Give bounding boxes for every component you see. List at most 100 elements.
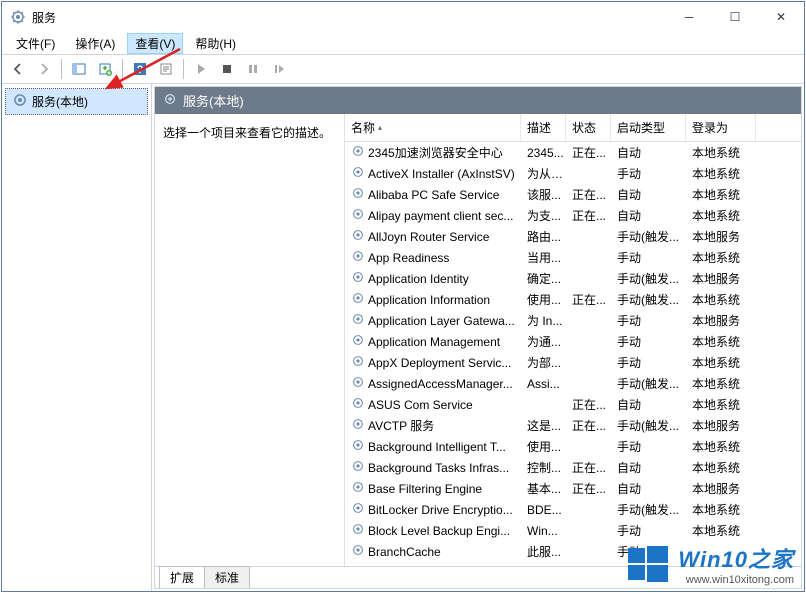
service-row[interactable]: ASUS Com Service正在...自动本地系统 [345, 394, 801, 415]
services-list[interactable]: 名称▴ 描述 状态 启动类型 登录为 2345加速浏览器安全中心2345...正… [345, 114, 801, 566]
service-status: 正在... [568, 186, 613, 203]
service-desc: Win... [523, 524, 568, 538]
start-service-button[interactable] [189, 57, 213, 81]
service-name: AssignedAccessManager... [368, 377, 513, 391]
tab-standard[interactable]: 标准 [204, 566, 250, 588]
minimize-button[interactable]: ─ [666, 2, 712, 32]
gear-icon [351, 459, 365, 476]
service-name: Application Layer Gatewa... [368, 314, 515, 328]
service-name: Alipay payment client sec... [368, 209, 513, 223]
service-status: 正在... [568, 459, 613, 476]
service-row[interactable]: ActiveX Installer (AxInstSV)为从 ...手动本地系统 [345, 163, 801, 184]
service-name: AllJoyn Router Service [368, 230, 489, 244]
service-row[interactable]: Alibaba PC Safe Service该服...正在...自动本地系统 [345, 184, 801, 205]
gear-icon [351, 396, 365, 413]
service-row[interactable]: 2345加速浏览器安全中心2345...正在...自动本地系统 [345, 142, 801, 163]
service-logon: 本地系统 [688, 459, 758, 476]
service-row[interactable]: Block Level Backup Engi...Win...手动本地系统 [345, 520, 801, 541]
service-startup: 手动(触发... [613, 375, 688, 392]
gear-icon [351, 165, 365, 182]
details-pane: 服务(本地) 选择一个项目来查看它的描述。 名称▴ 描述 状态 启动类型 登录为… [154, 86, 802, 589]
gear-icon [351, 249, 365, 266]
service-name: App Readiness [368, 251, 449, 265]
service-logon: 本地系统 [688, 354, 758, 371]
service-row[interactable]: Application Management为通...手动本地系统 [345, 331, 801, 352]
menu-action[interactable]: 操作(A) [67, 33, 123, 54]
service-row[interactable]: AllJoyn Router Service路由...手动(触发...本地服务 [345, 226, 801, 247]
service-desc: 为通... [523, 333, 568, 350]
service-row[interactable]: Application Layer Gatewa... 为 In... 手动本地服务 [345, 310, 801, 331]
export-list-button[interactable] [93, 57, 117, 81]
stop-service-button[interactable] [215, 57, 239, 81]
service-logon: 本地系统 [688, 396, 758, 413]
service-name: Base Filtering Engine [368, 482, 482, 496]
service-row[interactable]: Background Tasks Infras...控制...正在...自动本地… [345, 457, 801, 478]
service-row[interactable]: App Readiness当用...手动本地系统 [345, 247, 801, 268]
service-startup: 自动 [613, 207, 688, 224]
gear-icon [351, 417, 365, 434]
close-button[interactable]: ✕ [758, 2, 804, 32]
service-row[interactable]: BitLocker Drive Encryptio... BDE... 手动(触发.… [345, 499, 801, 520]
properties-button[interactable] [154, 57, 178, 81]
tree-services-local[interactable]: 服务(本地) [5, 88, 148, 115]
gear-icon [351, 438, 365, 455]
service-logon: 本地系统 [688, 249, 758, 266]
service-logon: 本地服务 [688, 228, 758, 245]
service-startup: 手动 [613, 438, 688, 455]
tab-extended[interactable]: 扩展 [159, 566, 205, 588]
back-button[interactable] [6, 57, 30, 81]
service-logon: 本地系统 [688, 144, 758, 161]
pane-header: 服务(本地) [155, 87, 801, 114]
service-status: 正在... [568, 291, 613, 308]
service-row[interactable]: Background Intelligent T...使用...手动本地系统 [345, 436, 801, 457]
service-status: 正在... [568, 144, 613, 161]
service-startup: 自动 [613, 396, 688, 413]
service-name: BitLocker Drive Encryptio... [368, 503, 513, 517]
service-startup: 手动 [613, 165, 688, 182]
toolbar-separator [183, 59, 184, 79]
service-status: 正在... [568, 207, 613, 224]
pause-service-button[interactable] [241, 57, 265, 81]
menu-view[interactable]: 查看(V) [127, 33, 183, 54]
column-logon[interactable]: 登录为 [686, 114, 756, 141]
restart-service-button[interactable] [267, 57, 291, 81]
service-row[interactable]: AssignedAccessManager...Assi...手动(触发...本… [345, 373, 801, 394]
service-desc: 该服... [523, 186, 568, 203]
column-startup[interactable]: 启动类型 [611, 114, 686, 141]
watermark-url: www.win10xitong.com [678, 574, 794, 586]
description-prompt: 选择一个项目来查看它的描述。 [163, 126, 331, 140]
service-name: ASUS Com Service [368, 398, 473, 412]
help-button[interactable]: ? [128, 57, 152, 81]
service-desc: 确定... [523, 270, 568, 287]
service-logon: 本地系统 [688, 522, 758, 539]
service-row[interactable]: Base Filtering Engine基本...正在...自动本地服务 [345, 478, 801, 499]
service-startup: 手动 [613, 312, 688, 329]
service-desc: 路由... [523, 228, 568, 245]
menu-file[interactable]: 文件(F) [8, 33, 63, 54]
column-description[interactable]: 描述 [521, 114, 566, 141]
forward-button[interactable] [32, 57, 56, 81]
column-name[interactable]: 名称▴ [345, 114, 521, 141]
service-row[interactable]: AVCTP 服务这是...正在...手动(触发...本地服务 [345, 415, 801, 436]
service-logon: 本地服务 [688, 312, 758, 329]
service-name: Application Identity [368, 272, 469, 286]
gear-icon [351, 354, 365, 371]
service-desc: 此服... [523, 543, 568, 560]
service-row[interactable]: AppX Deployment Servic...为部...手动本地系统 [345, 352, 801, 373]
service-logon: 本地系统 [688, 291, 758, 308]
service-row[interactable]: Application Identity确定...手动(触发...本地服务 [345, 268, 801, 289]
service-desc: BDE... [523, 503, 568, 517]
service-desc: 使用... [523, 291, 568, 308]
service-startup: 手动(触发... [613, 501, 688, 518]
maximize-button[interactable]: ☐ [712, 2, 758, 32]
service-row[interactable]: Application Information使用...正在...手动(触发..… [345, 289, 801, 310]
gear-icon [351, 333, 365, 350]
service-desc: 为 In... [523, 312, 568, 329]
menu-help[interactable]: 帮助(H) [187, 33, 244, 54]
service-desc: 为支... [523, 207, 568, 224]
service-row[interactable]: Alipay payment client sec... 为支...正在...自动… [345, 205, 801, 226]
service-logon: 本地系统 [688, 438, 758, 455]
show-hide-tree-button[interactable] [67, 57, 91, 81]
gear-icon [12, 92, 28, 111]
column-status[interactable]: 状态 [566, 114, 611, 141]
